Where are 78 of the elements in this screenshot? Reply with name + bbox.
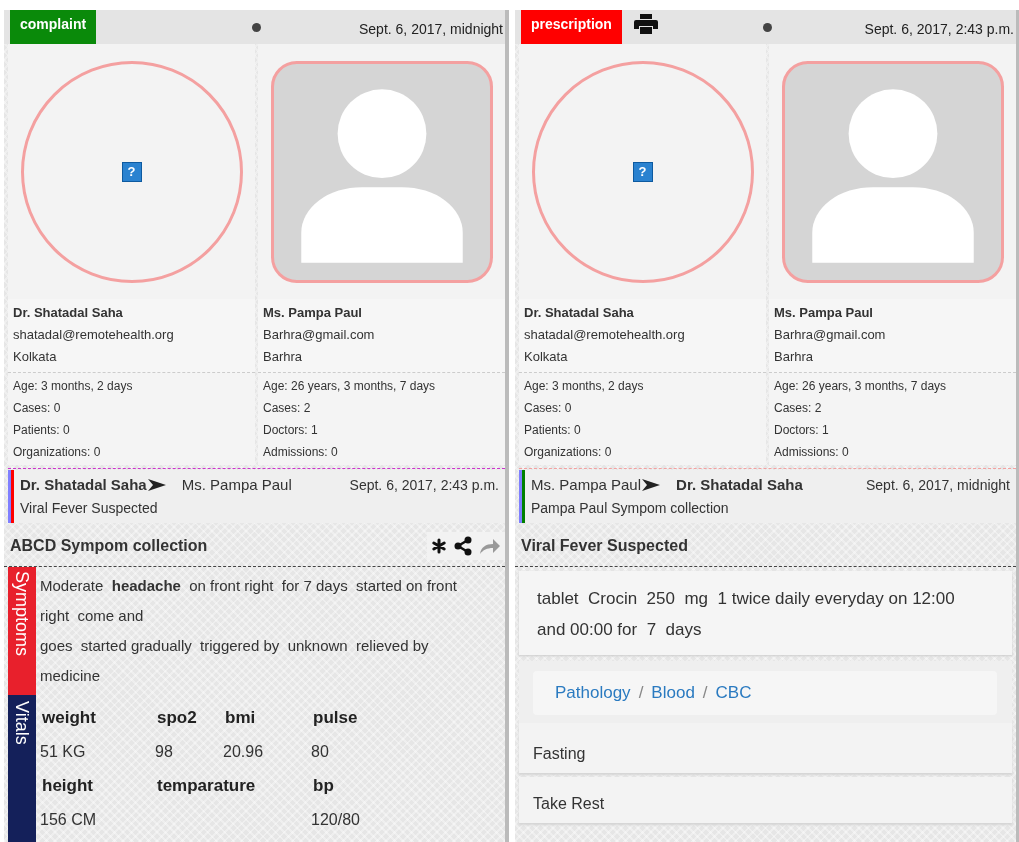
breadcrumb-separator: / [638,683,644,702]
email-text: Barhra@gmail.com [263,326,376,344]
section-title: ABCD Sympom collection [10,537,208,555]
city-text: Kolkata [524,348,569,366]
stat-text: Age: 3 months, 2 days [13,378,134,395]
person-name: Ms. Pampa Paul [263,304,363,322]
person-name: Dr. Shatadal Saha [13,304,124,322]
breadcrumb-link[interactable]: CBC [715,683,752,702]
sender-name: Dr. Shatadal Saha [20,475,147,495]
message-card[interactable]: Dr. Shatadal Saha Ms. Pampa Paul Sept. 6, 2017, 2:43 p.m. Viral Fever Suspected [14,470,505,523]
asterisk-icon[interactable] [431,538,447,554]
stat-text: Admissions: 0 [774,444,850,461]
broken-image-icon: ? [632,161,653,182]
arrow-icon [147,479,166,491]
category-tag: prescription [521,10,622,44]
recipient-name: Dr. Shatadal Saha [676,475,803,495]
message-date: Sept. 6, 2017, 2:43 p.m. [349,476,499,495]
arrow-icon [642,479,661,491]
vital-value: 51 KG [40,743,86,760]
vital-label: spo2 [157,708,197,727]
timestamp: Sept. 6, 2017, midnight [359,20,504,37]
vital-label: weight [42,708,96,727]
vital-value: 20.96 [223,743,264,760]
note-text: Fasting [519,723,1012,773]
breadcrumb-link[interactable]: Pathology [555,683,631,702]
message-subject: Pampa Paul Sympom collection [531,499,730,518]
vital-value: 156 CM [40,811,97,828]
status-dot [763,23,772,32]
city-text: Kolkata [13,348,58,366]
vital-value: 120/80 [311,811,360,828]
city-text: Barhra [774,348,815,366]
vital-label: bmi [225,708,256,727]
stat-text: Age: 26 years, 3 months, 7 days [774,378,948,395]
stat-text: Organizations: 0 [524,444,613,461]
message-card[interactable]: Ms. Pampa Paul Dr. Shatadal Saha Sept. 6, 2017, midnight Pampa Paul Sympom collection [525,470,1016,523]
printer-icon[interactable] [633,13,658,35]
stat-text: Doctors: 1 [774,422,830,439]
timestamp: Sept. 6, 2017, 2:43 p.m. [864,20,1015,37]
share-icon[interactable] [453,536,473,556]
vital-label: pulse [313,708,358,727]
medication-card: tablet Crocin 250 mg 1 twice daily everyday on 12:00 and 00:00 for 7 days [519,571,1012,655]
category-tag: complaint [10,10,97,44]
vital-value: 80 [311,743,329,760]
forward-icon[interactable] [479,537,501,555]
stat-text: Organizations: 0 [13,444,102,461]
section-label: Symptoms [8,567,36,695]
city-text: Barhra [263,348,304,366]
sender-name: Ms. Pampa Paul [531,475,642,495]
stat-text: Patients: 0 [524,422,582,439]
section-title: Viral Fever Suspected [521,537,688,555]
stat-text: Cases: 0 [524,400,573,417]
stat-text: Patients: 0 [13,422,71,439]
email-text: Barhra@gmail.com [774,326,887,344]
stat-text: Doctors: 1 [263,422,319,439]
person-name: Ms. Pampa Paul [774,304,874,322]
symptom-text: goes started gradually triggered by unknown relieved by medicine [40,636,430,686]
stat-text: Admissions: 0 [263,444,339,461]
section-label: Vitals [8,695,36,842]
stat-text: Cases: 2 [774,400,823,417]
breadcrumb-link[interactable]: Blood [651,683,695,702]
stat-text: Cases: 0 [13,400,62,417]
vital-value: 98 [155,743,173,760]
email-text: shatadal@remotehealth.org [524,326,686,344]
stat-text: Cases: 2 [263,400,312,417]
vital-label: temparature [157,776,256,795]
broken-image-icon: ? [121,161,142,182]
stat-text: Age: 3 months, 2 days [524,378,645,395]
message-subject: Viral Fever Suspected [20,499,159,518]
stat-text: Age: 26 years, 3 months, 7 days [263,378,437,395]
recipient-name: Ms. Pampa Paul [181,475,292,495]
breadcrumb-separator: / [702,683,708,702]
vital-label: height [42,776,93,795]
person-name: Dr. Shatadal Saha [524,304,635,322]
status-dot [252,23,261,32]
vital-label: bp [313,776,334,795]
note-text: Take Rest [519,777,1012,823]
message-date: Sept. 6, 2017, midnight [866,476,1010,495]
email-text: shatadal@remotehealth.org [13,326,175,344]
